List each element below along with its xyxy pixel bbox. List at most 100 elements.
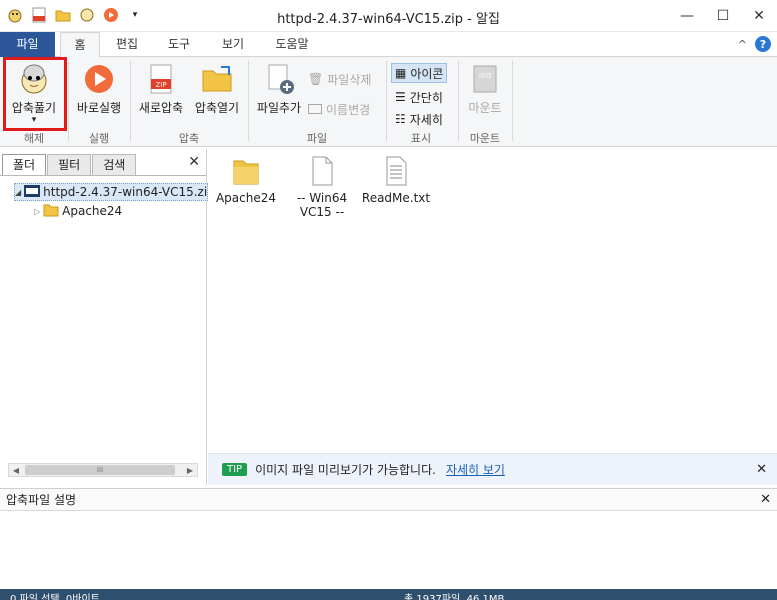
rename-icon: [308, 104, 322, 114]
description-title: 압축파일 설명: [0, 489, 777, 511]
tree-root-item[interactable]: ◢ httpd-2.4.37-win64-VC15.zi: [14, 183, 209, 201]
tab-help[interactable]: 도움말: [268, 32, 316, 57]
tip-close-icon[interactable]: ✕: [756, 462, 767, 477]
file-name: Apache24: [215, 191, 277, 205]
delete-file-label: 파일삭제: [327, 72, 372, 87]
group-label-extract: 해제: [23, 132, 45, 145]
minimize-button[interactable]: —: [669, 0, 705, 32]
tab-tools[interactable]: 도구: [158, 32, 200, 57]
text-file-icon: [380, 155, 412, 187]
collapse-ribbon-icon[interactable]: ^: [738, 38, 747, 51]
status-bar: 0 파일 선택, 0바이트 총 1937파일, 46.1MB: [0, 589, 777, 600]
folder-icon: [230, 155, 262, 187]
open-folder-icon: [201, 63, 233, 95]
icon-view-label: 아이콘: [410, 66, 444, 81]
group-separator: [248, 61, 249, 141]
file-item[interactable]: -- Win64 VC15 --: [284, 155, 360, 219]
blank-file-icon: [306, 155, 338, 187]
group-separator: [130, 61, 131, 141]
mount-button[interactable]: ISO 마운트: [462, 63, 508, 116]
horizontal-scrollbar[interactable]: ◀ III ▶: [8, 463, 198, 477]
tree-root-label: httpd-2.4.37-win64-VC15.zi: [43, 185, 208, 199]
zip-badge-text: ZIP: [155, 81, 166, 89]
file-name: -- Win64 VC15 --: [296, 191, 348, 219]
tab-filter[interactable]: 필터: [47, 154, 92, 176]
close-button[interactable]: ✕: [741, 0, 777, 32]
extract-mascot-icon: [18, 63, 50, 95]
details-icon: ☷: [395, 112, 406, 126]
tabbar-right-controls: ^ ?: [738, 36, 771, 52]
status-selection: 0 파일 선택, 0바이트: [10, 594, 100, 600]
group-separator: [458, 61, 459, 141]
group-label-mount: 마운트: [469, 132, 501, 145]
file-item[interactable]: ReadMe.txt: [358, 155, 434, 205]
tree-expander-icon[interactable]: ◢: [15, 188, 21, 197]
tab-folder[interactable]: 폴더: [2, 154, 47, 176]
scroll-right-icon[interactable]: ▶: [183, 464, 197, 476]
new-archive-label: 새로압축: [138, 101, 184, 115]
play-icon: [83, 63, 115, 95]
mount-label: 마운트: [468, 101, 502, 115]
rename-button[interactable]: 이름변경: [308, 99, 370, 119]
group-separator: [386, 61, 387, 141]
alzip-window: ▾ httpd-2.4.37-win64-VC15.zip - 알집 — ☐ ✕…: [0, 0, 777, 600]
extract-dropdown-icon[interactable]: ▾: [6, 116, 62, 125]
window-title: httpd-2.4.37-win64-VC15.zip - 알집: [277, 12, 500, 27]
new-archive-button[interactable]: ZIP 새로압축: [134, 63, 188, 116]
detail-view-label: 자세히: [409, 112, 443, 127]
trash-icon: 🗑: [308, 72, 324, 86]
scroll-thumb[interactable]: III: [25, 465, 175, 475]
extract-button[interactable]: 압축풀기 ▾: [6, 63, 62, 125]
tab-file[interactable]: 파일: [0, 32, 55, 57]
list-icon: ☰: [395, 90, 406, 104]
tabs-divider: [0, 175, 206, 176]
ribbon-tabbar: 파일 홈 편집 도구 보기 도움말 ^ ?: [0, 32, 777, 58]
tab-search[interactable]: 검색: [92, 154, 137, 176]
add-file-button[interactable]: 파일추가: [252, 63, 306, 116]
tree-child-label: Apache24: [62, 204, 123, 218]
detail-view-button[interactable]: ☷ 자세히: [395, 109, 443, 129]
icon-view-button[interactable]: ▦ 아이콘: [391, 63, 448, 83]
tab-view[interactable]: 보기: [212, 32, 254, 57]
folder-pane-close-icon[interactable]: ✕: [188, 154, 200, 170]
tip-badge: TIP: [222, 463, 248, 476]
iso-disc-icon: ISO: [471, 63, 499, 95]
tab-home[interactable]: 홈: [60, 32, 100, 58]
group-label-compress: 압축: [178, 132, 200, 145]
group-label-run: 실행: [88, 132, 110, 145]
zip-archive-icon: [24, 184, 41, 201]
tree-expander-icon[interactable]: ▷: [34, 207, 40, 216]
help-icon[interactable]: ?: [755, 36, 771, 52]
group-separator: [512, 61, 513, 141]
status-total: 총 1937파일, 46.1MB: [404, 594, 505, 600]
scroll-left-icon[interactable]: ◀: [9, 464, 23, 476]
description-close-icon[interactable]: ✕: [760, 492, 771, 507]
tip-bar: TIP 이미지 파일 미리보기가 가능합니다. 자세히 보기 ✕: [208, 453, 777, 485]
run-label: 바로실행: [76, 101, 122, 115]
tree-child-item[interactable]: ▷ Apache24: [34, 202, 122, 220]
run-button[interactable]: 바로실행: [72, 63, 126, 116]
file-list-pane: Apache24 -- Win64 VC15 -- ReadMe.txt TIP…: [208, 149, 777, 485]
archive-description-pane: 압축파일 설명 ✕: [0, 488, 777, 588]
folder-pane-tabs: 폴더 필터 검색: [2, 154, 137, 176]
ribbon: 압축풀기 ▾ 해제 바로실행 실행 ZIP 새로압축 압축열기 압축 파일추가 …: [0, 57, 777, 147]
file-item[interactable]: Apache24: [208, 155, 284, 205]
zip-file-icon: ZIP: [145, 63, 177, 95]
title-bar: ▾ httpd-2.4.37-win64-VC15.zip - 알집 — ☐ ✕: [0, 0, 777, 32]
group-separator: [68, 61, 69, 141]
open-archive-button[interactable]: 압축열기: [190, 63, 244, 116]
group-label-file: 파일: [306, 132, 328, 145]
iso-badge-text: ISO: [479, 72, 492, 80]
grid-icon: ▦: [395, 66, 407, 80]
add-file-label: 파일추가: [256, 101, 302, 115]
maximize-button[interactable]: ☐: [705, 0, 741, 32]
tab-edit[interactable]: 편집: [106, 32, 148, 57]
folder-pane: 폴더 필터 검색 ✕ ◢ httpd-2.4.37-win64-VC15.zi …: [0, 149, 209, 485]
tip-more-link[interactable]: 자세히 보기: [446, 461, 505, 478]
simple-view-button[interactable]: ☰ 간단히: [395, 87, 443, 107]
simple-view-label: 간단히: [409, 90, 443, 105]
delete-file-button[interactable]: 🗑 파일삭제: [308, 69, 371, 89]
group-label-display: 표시: [410, 132, 432, 145]
rename-label: 이름변경: [326, 102, 371, 117]
extract-label: 압축풀기: [11, 101, 57, 115]
